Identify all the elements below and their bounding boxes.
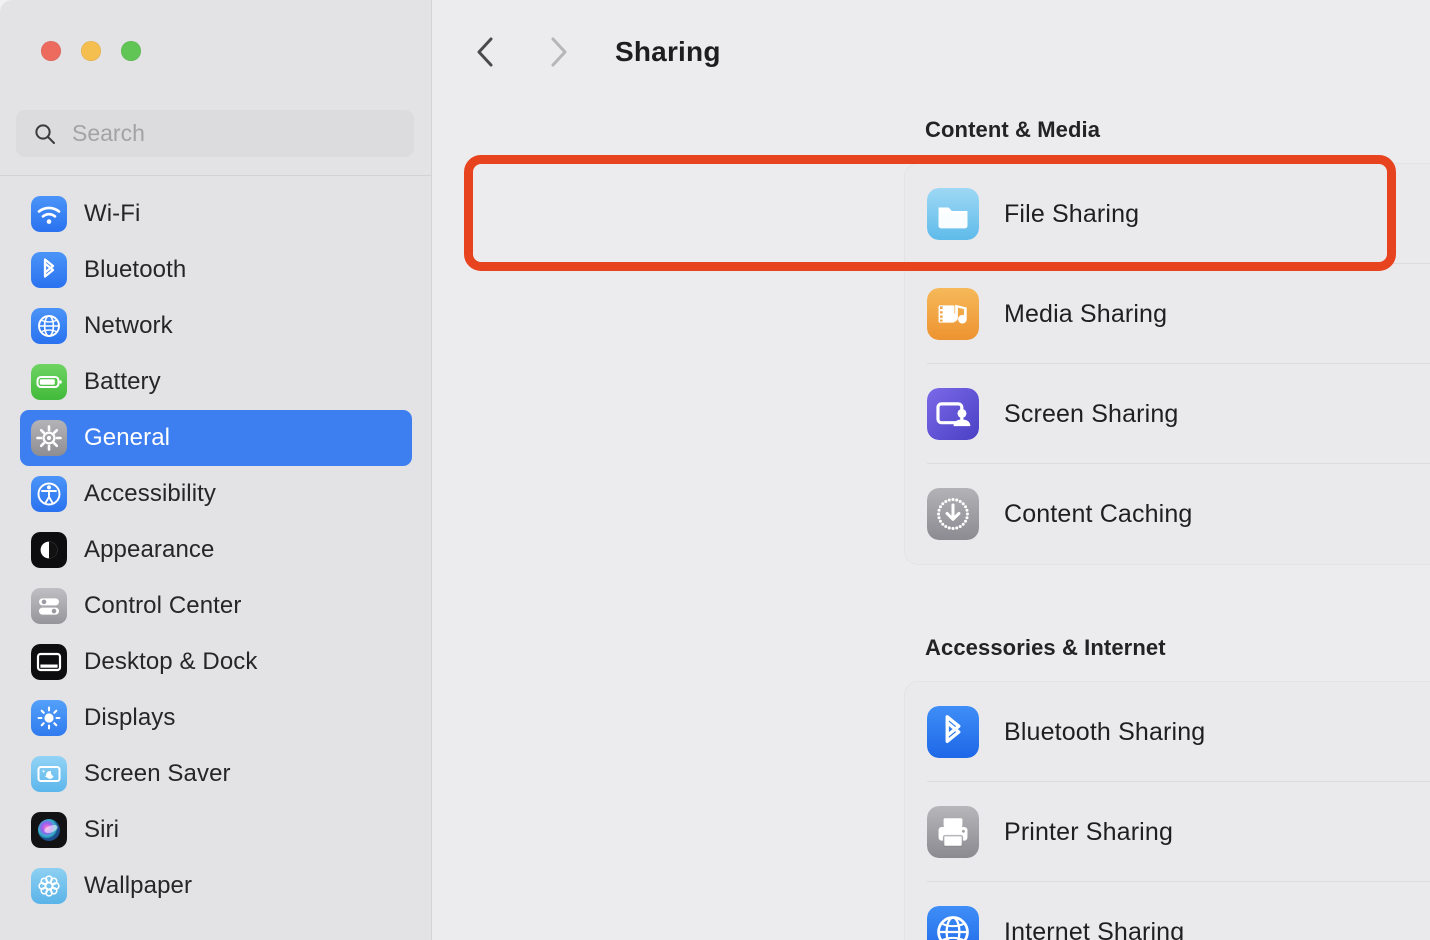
sidebar-item-screen-saver[interactable]: Screen Saver [20, 746, 412, 802]
sidebar-item-label: Wi-Fi [84, 200, 141, 227]
battery-icon [31, 364, 67, 400]
search-placeholder: Search [72, 120, 145, 146]
page-title: Sharing [615, 36, 721, 67]
settings-row-file-sharing[interactable]: File Sharing [905, 164, 1430, 264]
settings-row-content-caching[interactable]: Content Caching [905, 464, 1430, 564]
settings-row-internet-sharing[interactable]: Internet Sharing [905, 882, 1430, 940]
chevron-left-icon [477, 37, 493, 67]
screen-person-icon [927, 388, 979, 440]
settings-row-label: Internet Sharing [1004, 917, 1185, 940]
section-header-content-media: Content & Media [925, 117, 1101, 142]
sidebar-list: Wi-Fi Bluetooth Network Battery General Acces… [0, 186, 432, 914]
settings-row-printer-sharing[interactable]: Printer Sharing [905, 782, 1430, 882]
navigation-header: Sharing [433, 22, 1430, 82]
settings-card-content-media: File Sharing Media Sharing Screen Sharing C… [905, 164, 1430, 564]
settings-row-label: Screen Sharing [1004, 399, 1179, 428]
search-icon [35, 123, 55, 144]
sidebar-item-battery[interactable]: Battery [20, 354, 412, 410]
bluetooth-icon [927, 706, 979, 758]
printer-icon [927, 806, 979, 858]
sidebar-item-wi-fi[interactable]: Wi-Fi [20, 186, 412, 242]
chevron-right-icon [551, 37, 567, 67]
sidebar-item-label: Appearance [84, 536, 215, 563]
sidebar-item-label: Battery [84, 368, 161, 395]
siri-icon [31, 812, 67, 848]
settings-row-label: File Sharing [1004, 199, 1140, 228]
sidebar-item-label: Siri [84, 816, 120, 843]
bluetooth-icon [31, 252, 67, 288]
desktop-dock-icon: undefined [31, 644, 67, 680]
gear-icon [31, 420, 67, 456]
sidebar-item-label: Bluetooth [84, 256, 187, 283]
minimize-button[interactable] [81, 41, 101, 61]
sidebar-item-bluetooth[interactable]: Bluetooth [20, 242, 412, 298]
screen-saver-icon [31, 756, 67, 792]
sidebar-item-label: Screen Saver [84, 760, 231, 787]
settings-row-label: Media Sharing [1004, 299, 1168, 328]
sidebar-item-label: Control Center [84, 592, 242, 619]
sidebar-item-label: Network [84, 312, 173, 339]
sidebar-item-network[interactable]: Network [20, 298, 412, 354]
control-center-icon [31, 588, 67, 624]
settings-row-label: Content Caching [1004, 499, 1193, 528]
sidebar-divider [0, 175, 432, 176]
sidebar: Search Wi-Fi Bluetooth Network Battery Gener… [0, 0, 432, 940]
sidebar-item-desktop-dock[interactable]: undefined Desktop & Dock [20, 634, 412, 690]
sidebar-item-general[interactable]: General [20, 410, 412, 466]
settings-row-label: Printer Sharing [1004, 817, 1173, 846]
zoom-button[interactable] [121, 41, 141, 61]
settings-card-accessories-internet: Bluetooth Sharing Printer Sharing Internet… [905, 682, 1430, 940]
network-globe-icon [927, 906, 979, 940]
system-settings-window: Search Wi-Fi Bluetooth Network Battery Gener… [0, 0, 1430, 940]
content-pane: Sharing Content & Media File Sharing Medi… [433, 0, 1430, 940]
settings-row-bluetooth-sharing[interactable]: Bluetooth Sharing [905, 682, 1430, 782]
sidebar-item-label: Accessibility [84, 480, 216, 507]
sidebar-item-accessibility[interactable]: Accessibility [20, 466, 412, 522]
network-globe-icon [31, 308, 67, 344]
back-button[interactable] [463, 29, 509, 75]
settings-row-screen-sharing[interactable]: Screen Sharing [905, 364, 1430, 464]
appearance-icon: undefined [31, 532, 67, 568]
sidebar-item-label: Displays [84, 704, 176, 731]
settings-row-media-sharing[interactable]: Media Sharing [905, 264, 1430, 364]
sidebar-item-label: General [84, 424, 171, 451]
settings-row-label: Bluetooth Sharing [1004, 717, 1206, 746]
media-note-icon [927, 288, 979, 340]
window-controls [41, 41, 141, 61]
sidebar-item-displays[interactable]: Displays [20, 690, 412, 746]
sidebar-item-siri[interactable]: Siri [20, 802, 412, 858]
sidebar-item-label: Wallpaper [84, 872, 193, 899]
displays-sun-icon [31, 700, 67, 736]
download-circle-icon [927, 488, 979, 540]
sidebar-item-control-center[interactable]: Control Center [20, 578, 412, 634]
search-input[interactable]: Search [16, 110, 414, 157]
wifi-icon [31, 196, 67, 232]
section-header-accessories-internet: Accessories & Internet [925, 635, 1166, 660]
sidebar-item-label: Desktop & Dock [84, 648, 258, 675]
forward-button[interactable] [535, 29, 581, 75]
folder-icon [927, 188, 979, 240]
sidebar-item-appearance[interactable]: undefined Appearance [20, 522, 412, 578]
accessibility-icon [31, 476, 67, 512]
close-button[interactable] [41, 41, 61, 61]
wallpaper-icon [31, 868, 67, 904]
sidebar-item-wallpaper[interactable]: Wallpaper [20, 858, 412, 914]
